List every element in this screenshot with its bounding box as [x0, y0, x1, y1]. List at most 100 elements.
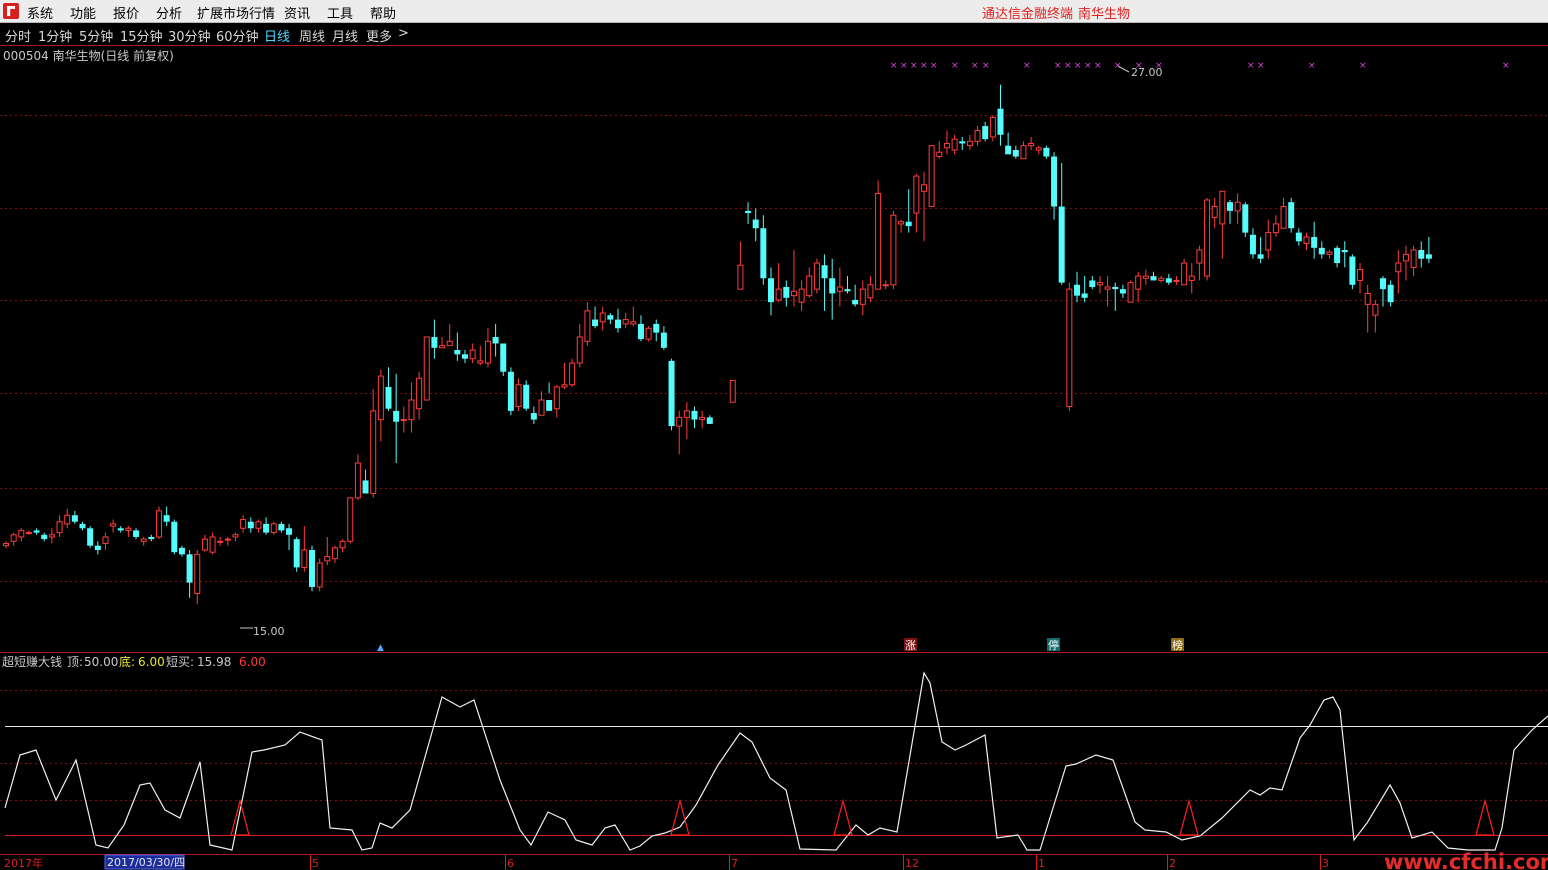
candle-body-up [576, 336, 583, 364]
candle-body-up [10, 534, 17, 542]
candle-body-down [706, 417, 713, 424]
candle-body-down [1089, 280, 1096, 287]
indicator-bottom-label: 底: [119, 654, 135, 669]
candle-body-down [278, 523, 285, 531]
candle-body-up [775, 288, 782, 301]
candle-body-up [569, 362, 576, 386]
signal-cross-icon: × [1094, 61, 1102, 71]
candle-body-down [431, 336, 438, 348]
x-axis: 2017年 2017/03/30/四 5 6 7 12 1 2 3 [4, 854, 1329, 870]
candle-body-down [1249, 234, 1256, 255]
candle-body-up [943, 142, 950, 149]
candle-body-down [79, 523, 86, 529]
candle-body-down [178, 547, 185, 555]
indicator-name: 超短赚大钱 [2, 654, 62, 669]
candle-body-down [1005, 145, 1012, 155]
candlesticks [3, 84, 1432, 605]
chart-area[interactable]: 000504 南华生物(日线 前复权) × × × × × × × × × × × × × × × × × × × ×… [0, 0, 1548, 870]
buy-triangle-icon [1179, 798, 1199, 836]
low-price-label: 15.00 [253, 625, 285, 638]
signal-cross-icon: × [1054, 61, 1062, 71]
candle-body-up [921, 184, 927, 192]
candle-body-up [156, 510, 162, 538]
candle-body-up [224, 538, 231, 541]
candle-body-up [1395, 262, 1402, 273]
candle-body-down [1257, 254, 1264, 259]
candle-body-down [148, 536, 155, 540]
x-axis-month-2: 2 [1169, 857, 1176, 870]
candle-body-up [232, 534, 239, 538]
candle-body-up [217, 540, 224, 543]
candle-body-down [783, 286, 790, 298]
candle-body-up [201, 538, 208, 551]
candle-body-down [1341, 250, 1348, 253]
candle-body-up [240, 519, 247, 529]
candle-body-up [622, 319, 629, 325]
candle-body-down [1112, 286, 1119, 290]
candle-body-up [484, 340, 491, 364]
candle-body-up [1272, 223, 1279, 234]
signal-cross-icon: × [920, 61, 928, 71]
candle-body-down [523, 384, 530, 409]
chart-frame [0, 45, 1548, 855]
candle-body-down [71, 515, 78, 522]
candle-body-up [1127, 282, 1134, 303]
indicator-oscillator-line [4, 671, 1548, 851]
candle-body-down [752, 219, 759, 229]
ting-marker[interactable]: 停 [1048, 638, 1059, 652]
candle-body-down [1387, 284, 1394, 303]
x-axis-month-6: 6 [507, 857, 514, 870]
candle-body-down [530, 413, 537, 420]
candle-body-up [859, 288, 866, 305]
candle-body-down [492, 336, 499, 344]
candle-body-up [538, 399, 545, 416]
candle-body-up [477, 360, 484, 364]
signal-cross-icon: × [1308, 61, 1316, 71]
candle-body-up [875, 192, 882, 290]
main-chart-header: 000504 南华生物(日线 前复权) [3, 48, 174, 63]
candle-body-up [255, 521, 262, 529]
candle-body-down [163, 515, 170, 522]
candle-body-up [1303, 236, 1310, 244]
candle-body-down [41, 534, 48, 540]
candle-body-down [637, 323, 644, 340]
candle-body-up [64, 514, 71, 525]
x-axis-month-7: 7 [731, 857, 738, 870]
candle-body-down [660, 332, 667, 348]
signal-cross-icon: × [1114, 61, 1122, 71]
signal-cross-icon: × [971, 61, 979, 71]
candle-body-up [56, 521, 63, 534]
candle-body-up [209, 536, 216, 553]
candle-body-down [1150, 276, 1157, 281]
candle-body-up [1142, 275, 1149, 279]
candle-body-down [745, 210, 752, 214]
candle-body-down [1380, 278, 1386, 290]
candle-body-down [668, 360, 675, 427]
candle-body-down [385, 386, 392, 409]
candle-body-down [1418, 250, 1425, 259]
zhang-marker[interactable]: 涨 [905, 639, 916, 652]
candle-body-down [1425, 254, 1432, 259]
candle-body-down [454, 350, 461, 355]
candle-body-up [1364, 292, 1371, 305]
x-axis-month-3: 3 [1322, 857, 1329, 870]
candle-body-down [821, 265, 828, 279]
candle-body-down [546, 400, 553, 411]
candle-body-up [1096, 282, 1103, 286]
candle-body-down [691, 410, 698, 420]
candle-body-up [1357, 269, 1364, 281]
candle-body-up [561, 384, 568, 388]
candle-body-up [1280, 206, 1287, 229]
candle-body-down [247, 521, 254, 529]
signal-cross-icon: × [1064, 61, 1072, 71]
signal-crosses: × × × × × × × × × × × × × × × × × × × × × × [890, 61, 1510, 71]
candle-body-up [890, 214, 897, 286]
bang-marker[interactable]: 榜 [1172, 638, 1183, 652]
candle-body-down [462, 354, 468, 359]
candle-body-up [354, 462, 361, 499]
candle-body-down [286, 528, 293, 535]
signal-cross-icon: × [1247, 61, 1255, 71]
indicator-extra-value: 6.00 [239, 655, 266, 669]
candle-body-up [439, 345, 446, 349]
candle-body-up [599, 312, 606, 323]
